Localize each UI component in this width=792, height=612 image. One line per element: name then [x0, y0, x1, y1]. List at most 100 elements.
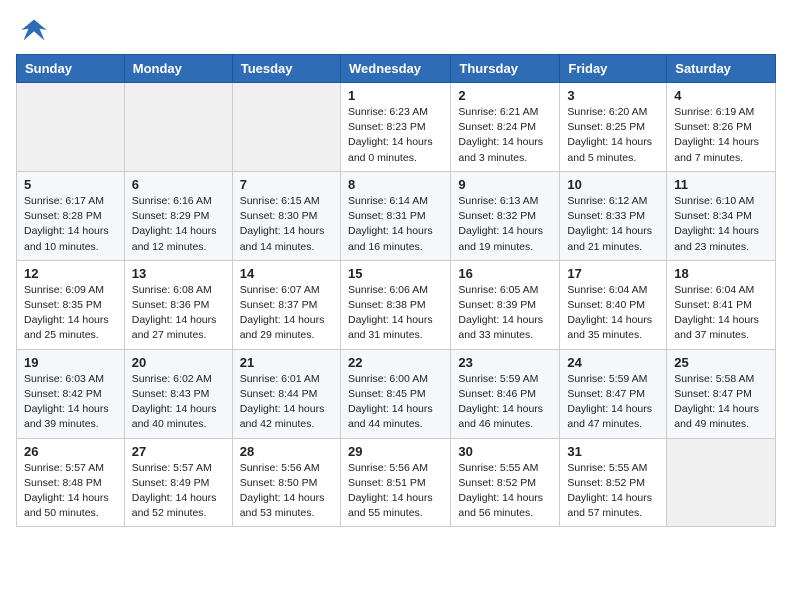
day-header-saturday: Saturday [667, 55, 776, 83]
calendar-cell: 20 Sunrise: 6:02 AM Sunset: 8:43 PM Dayli… [124, 349, 232, 438]
day-number: 16 [458, 266, 552, 281]
calendar-cell: 15Sunrise: 6:06 AM Sunset: 8:38 PM Dayli… [340, 260, 450, 349]
day-number: 25 [674, 355, 768, 370]
calendar-cell: 17Sunrise: 6:04 AM Sunset: 8:40 PM Dayli… [560, 260, 667, 349]
day-content: Sunrise: 6:01 AM Sunset: 8:44 PM Dayligh… [240, 372, 333, 433]
calendar-cell: 31 Sunrise: 5:55 AM Sunset: 8:52 PM Dayli… [560, 438, 667, 527]
day-content: Sunrise: 6:12 AM Sunset: 8:33 PM Dayligh… [567, 194, 659, 255]
day-number: 29 [348, 444, 443, 459]
day-content: Sunrise: 6:07 AM Sunset: 8:37 PM Dayligh… [240, 283, 333, 344]
day-number: 22 [348, 355, 443, 370]
day-number: 28 [240, 444, 333, 459]
calendar-cell: 25 Sunrise: 5:58 AM Sunset: 8:47 PM Dayli… [667, 349, 776, 438]
day-number: 27 [132, 444, 225, 459]
calendar-cell: 29 Sunrise: 5:56 AM Sunset: 8:51 PM Dayli… [340, 438, 450, 527]
day-number: 19 [24, 355, 117, 370]
day-number: 12 [24, 266, 117, 281]
calendar-week-row: 19 Sunrise: 6:03 AM Sunset: 8:42 PM Dayli… [17, 349, 776, 438]
day-content: Sunrise: 5:56 AM Sunset: 8:50 PM Dayligh… [240, 461, 333, 522]
calendar-cell: 11 Sunrise: 6:10 AM Sunset: 8:34 PM Dayli… [667, 171, 776, 260]
day-number: 6 [132, 177, 225, 192]
day-content: Sunrise: 6:04 AM Sunset: 8:41 PM Dayligh… [674, 283, 768, 344]
day-number: 7 [240, 177, 333, 192]
day-content: Sunrise: 6:00 AM Sunset: 8:45 PM Dayligh… [348, 372, 443, 433]
calendar-cell: 19 Sunrise: 6:03 AM Sunset: 8:42 PM Dayli… [17, 349, 125, 438]
day-content: Sunrise: 6:06 AM Sunset: 8:38 PM Dayligh… [348, 283, 443, 344]
day-content: Sunrise: 6:02 AM Sunset: 8:43 PM Dayligh… [132, 372, 225, 433]
day-header-thursday: Thursday [451, 55, 560, 83]
calendar-cell: 1 Sunrise: 6:23 AM Sunset: 8:23 PM Daylig… [340, 83, 450, 172]
day-content: Sunrise: 5:59 AM Sunset: 8:47 PM Dayligh… [567, 372, 659, 433]
calendar-cell: 10Sunrise: 6:12 AM Sunset: 8:33 PM Dayli… [560, 171, 667, 260]
day-content: Sunrise: 6:05 AM Sunset: 8:39 PM Dayligh… [458, 283, 552, 344]
day-content: Sunrise: 6:17 AM Sunset: 8:28 PM Dayligh… [24, 194, 117, 255]
day-content: Sunrise: 6:19 AM Sunset: 8:26 PM Dayligh… [674, 105, 768, 166]
day-content: Sunrise: 6:13 AM Sunset: 8:32 PM Dayligh… [458, 194, 552, 255]
calendar-week-row: 12 Sunrise: 6:09 AM Sunset: 8:35 PM Dayli… [17, 260, 776, 349]
day-number: 24 [567, 355, 659, 370]
calendar-cell: 24 Sunrise: 5:59 AM Sunset: 8:47 PM Dayli… [560, 349, 667, 438]
day-content: Sunrise: 6:23 AM Sunset: 8:23 PM Dayligh… [348, 105, 443, 166]
calendar-cell [124, 83, 232, 172]
day-content: Sunrise: 5:55 AM Sunset: 8:52 PM Dayligh… [458, 461, 552, 522]
day-content: Sunrise: 6:21 AM Sunset: 8:24 PM Dayligh… [458, 105, 552, 166]
day-content: Sunrise: 6:08 AM Sunset: 8:36 PM Dayligh… [132, 283, 225, 344]
calendar-cell: 8 Sunrise: 6:14 AM Sunset: 8:31 PM Daylig… [340, 171, 450, 260]
day-number: 3 [567, 88, 659, 103]
day-number: 18 [674, 266, 768, 281]
calendar-cell: 28 Sunrise: 5:56 AM Sunset: 8:50 PM Dayli… [232, 438, 340, 527]
calendar-cell: 3 Sunrise: 6:20 AM Sunset: 8:25 PM Daylig… [560, 83, 667, 172]
day-header-sunday: Sunday [17, 55, 125, 83]
calendar-cell: 26Sunrise: 5:57 AM Sunset: 8:48 PM Dayli… [17, 438, 125, 527]
day-number: 26 [24, 444, 117, 459]
day-content: Sunrise: 5:55 AM Sunset: 8:52 PM Dayligh… [567, 461, 659, 522]
calendar-cell [667, 438, 776, 527]
day-content: Sunrise: 6:15 AM Sunset: 8:30 PM Dayligh… [240, 194, 333, 255]
calendar-week-row: 1 Sunrise: 6:23 AM Sunset: 8:23 PM Daylig… [17, 83, 776, 172]
page-header [16, 16, 776, 44]
day-number: 2 [458, 88, 552, 103]
calendar-header-row: SundayMondayTuesdayWednesdayThursdayFrid… [17, 55, 776, 83]
day-content: Sunrise: 6:04 AM Sunset: 8:40 PM Dayligh… [567, 283, 659, 344]
day-number: 4 [674, 88, 768, 103]
day-content: Sunrise: 6:20 AM Sunset: 8:25 PM Dayligh… [567, 105, 659, 166]
calendar-cell: 16 Sunrise: 6:05 AM Sunset: 8:39 PM Dayli… [451, 260, 560, 349]
day-number: 20 [132, 355, 225, 370]
day-number: 21 [240, 355, 333, 370]
day-content: Sunrise: 5:58 AM Sunset: 8:47 PM Dayligh… [674, 372, 768, 433]
calendar-cell: 27 Sunrise: 5:57 AM Sunset: 8:49 PM Dayli… [124, 438, 232, 527]
calendar-cell: 13Sunrise: 6:08 AM Sunset: 8:36 PM Dayli… [124, 260, 232, 349]
day-content: Sunrise: 6:10 AM Sunset: 8:34 PM Dayligh… [674, 194, 768, 255]
day-content: Sunrise: 5:59 AM Sunset: 8:46 PM Dayligh… [458, 372, 552, 433]
calendar-cell: 22 Sunrise: 6:00 AM Sunset: 8:45 PM Dayli… [340, 349, 450, 438]
day-number: 11 [674, 177, 768, 192]
day-content: Sunrise: 5:57 AM Sunset: 8:49 PM Dayligh… [132, 461, 225, 522]
calendar-cell: 21 Sunrise: 6:01 AM Sunset: 8:44 PM Dayli… [232, 349, 340, 438]
day-number: 9 [458, 177, 552, 192]
logo [16, 16, 48, 44]
day-number: 30 [458, 444, 552, 459]
calendar-week-row: 26Sunrise: 5:57 AM Sunset: 8:48 PM Dayli… [17, 438, 776, 527]
calendar-table: SundayMondayTuesdayWednesdayThursdayFrid… [16, 54, 776, 527]
logo-bird-icon [20, 16, 48, 44]
day-number: 31 [567, 444, 659, 459]
day-number: 1 [348, 88, 443, 103]
day-header-friday: Friday [560, 55, 667, 83]
day-number: 8 [348, 177, 443, 192]
day-content: Sunrise: 6:14 AM Sunset: 8:31 PM Dayligh… [348, 194, 443, 255]
calendar-cell: 14Sunrise: 6:07 AM Sunset: 8:37 PM Dayli… [232, 260, 340, 349]
day-number: 5 [24, 177, 117, 192]
calendar-cell: 6Sunrise: 6:16 AM Sunset: 8:29 PM Daylig… [124, 171, 232, 260]
day-header-monday: Monday [124, 55, 232, 83]
day-content: Sunrise: 5:56 AM Sunset: 8:51 PM Dayligh… [348, 461, 443, 522]
calendar-cell: 2 Sunrise: 6:21 AM Sunset: 8:24 PM Daylig… [451, 83, 560, 172]
day-number: 23 [458, 355, 552, 370]
calendar-week-row: 5 Sunrise: 6:17 AM Sunset: 8:28 PM Daylig… [17, 171, 776, 260]
calendar-cell [17, 83, 125, 172]
day-content: Sunrise: 6:09 AM Sunset: 8:35 PM Dayligh… [24, 283, 117, 344]
calendar-cell: 5 Sunrise: 6:17 AM Sunset: 8:28 PM Daylig… [17, 171, 125, 260]
day-content: Sunrise: 6:03 AM Sunset: 8:42 PM Dayligh… [24, 372, 117, 433]
calendar-cell: 9 Sunrise: 6:13 AM Sunset: 8:32 PM Daylig… [451, 171, 560, 260]
calendar-cell: 4 Sunrise: 6:19 AM Sunset: 8:26 PM Daylig… [667, 83, 776, 172]
calendar-cell: 23 Sunrise: 5:59 AM Sunset: 8:46 PM Dayli… [451, 349, 560, 438]
